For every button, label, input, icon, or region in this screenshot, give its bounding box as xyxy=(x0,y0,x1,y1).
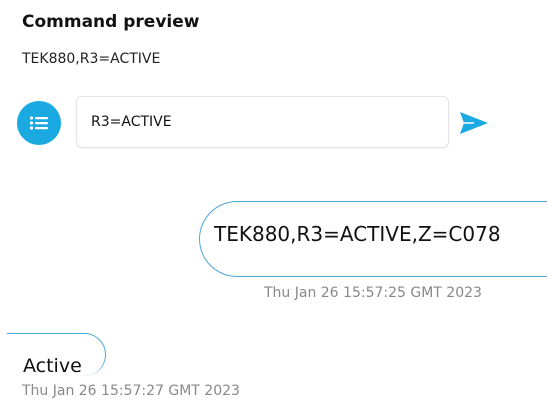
incoming-message-timestamp: Thu Jan 26 15:57:27 GMT 2023 xyxy=(22,383,240,399)
command-preview-text: TEK880,R3=ACTIVE xyxy=(22,51,161,67)
command-input[interactable] xyxy=(91,114,431,130)
send-icon xyxy=(460,112,488,134)
command-menu-button[interactable] xyxy=(17,101,61,145)
chat-screen: Command preview TEK880,R3=ACTIVE TEK880,… xyxy=(0,0,547,403)
list-icon xyxy=(29,116,48,130)
command-preview-title: Command preview xyxy=(22,12,200,32)
outgoing-message-text: TEK880,R3=ACTIVE,Z=C078 xyxy=(214,222,501,246)
incoming-message-text: Active xyxy=(23,355,82,377)
send-button[interactable] xyxy=(456,107,492,139)
outgoing-message-timestamp: Thu Jan 26 15:57:25 GMT 2023 xyxy=(264,285,482,301)
command-input-box[interactable] xyxy=(76,96,449,148)
